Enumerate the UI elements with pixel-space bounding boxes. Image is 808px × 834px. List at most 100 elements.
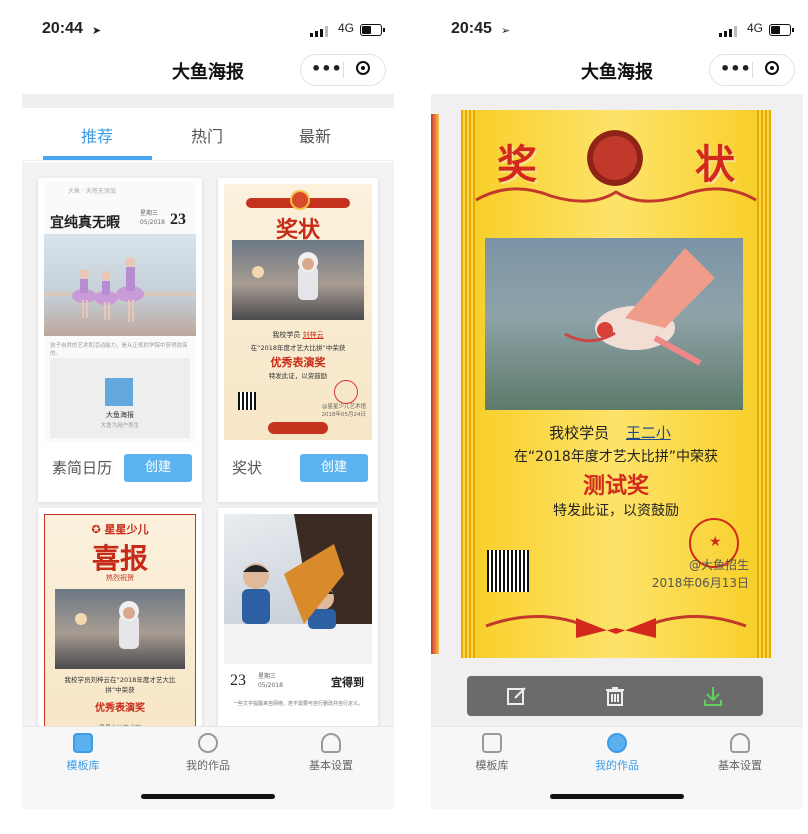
preview-brand-text: 星星少儿 [104,523,149,536]
cert-student: 王二小 [625,424,671,442]
template-grid-icon [73,733,93,753]
image-icon [198,733,218,753]
preview-date: 05/2018 [140,219,165,226]
ballet-photo [44,234,196,336]
study-note: 一些文字提醒来自网络，若不需要可自行删改并自行定义。 [232,701,363,707]
signal-icon [719,26,737,37]
tabbar-item-my-works[interactable]: 我的作品 [572,733,662,773]
template-grid-icon [482,733,502,753]
study-preview[interactable]: 23 星期三 05/2018 宜得到 一些文字提醒来自网络，若不需要可自行删改并自… [224,514,372,738]
status-time: 20:45 [451,20,492,37]
good-news-title: 喜报 [91,542,148,575]
template-card-study[interactable]: 23 星期三 05/2018 宜得到 一些文字提醒来自网络，若不需要可自行删改并自… [218,508,378,738]
template-card-calendar[interactable]: 大鱼 · 天然无添加 宜纯真无暇 星期三 05/2018 23 孩子自然的艺术和… [38,178,202,502]
certificate-preview[interactable]: 奖状 我校学员 刘梓云 在“2018年度才艺大比拼”中荣获 优秀表演奖 特发此证… [224,184,372,440]
template-card-good-news[interactable]: ✪ 星星少儿 喜报 热烈祝贺 我校学员刘梓云在“2018年度才艺大比拼”中荣获 … [38,508,202,738]
image-icon [607,733,627,753]
cert-award: 优秀表演奖 [270,356,326,369]
battery-icon [769,24,794,36]
mini-program-capsule: ••• [300,54,386,86]
nav-bar: 大鱼海报 ••• [431,52,803,88]
mini-program-capsule: ••• [709,54,795,86]
preview-brand: ✪ 星星少儿 [45,521,195,537]
home-indicator [550,794,684,799]
category-tabs: 推荐 热门 最新 [22,108,394,161]
location-arrow-icon: ➤ [92,24,102,37]
tab-popular[interactable]: 热门 [167,123,247,147]
good-news-award: 优秀表演奖 [95,703,145,714]
active-tab-indicator [43,156,152,160]
my-works-screen: 20:45 ➢ 4G 大鱼海报 ••• 奖 状 我校学员 王二小 在“2018年… [431,0,803,834]
cert-line-2: 在“2018年度才艺大比拼”中荣获 [250,344,346,352]
tabbar-label: 模板库 [475,759,509,772]
nav-bar: 大鱼海报 ••• [22,52,394,88]
status-time: 20:44 [42,20,83,37]
tab-latest[interactable]: 最新 [275,123,355,147]
cert-date: 2018年06月13日 [651,576,749,590]
good-news-text: 我校学员刘梓云在“2018年度才艺大比拼”中荣获 [64,676,176,694]
preview-weekday-text: 星期三 [140,210,159,217]
preview-description: 孩子自然的艺术和活动能力，是从正规的学院中获得提高的。 [50,343,188,357]
ornament-top [475,187,757,203]
seal-stamp-icon [334,380,358,404]
close-target-icon[interactable] [765,61,779,75]
qr-code-icon [487,550,529,592]
user-icon [730,733,750,753]
tabbar-item-templates[interactable]: 模板库 [38,733,128,773]
cert-line-1-text: 我校学员 [549,424,610,442]
user-icon [321,733,341,753]
tab-recommended[interactable]: 推荐 [57,123,137,147]
tabbar-label: 我的作品 [186,759,230,772]
close-target-icon[interactable] [356,61,370,75]
capsule-divider [343,62,344,78]
poster-toolbar [467,676,763,716]
edit-icon[interactable] [505,684,529,708]
study-date: 05/2018 [258,682,283,689]
tabbar-item-templates[interactable]: 模板库 [447,733,537,773]
cert-org: @星星少儿艺术馆 [321,404,366,410]
more-icon[interactable]: ••• [311,59,342,78]
home-indicator [141,794,275,799]
status-bar: 20:45 ➢ 4G [431,18,803,44]
template-card-certificate[interactable]: 奖状 我校学员 刘梓云 在“2018年度才艺大比拼”中荣获 优秀表演奖 特发此证… [218,178,378,502]
good-news-subtitle: 热烈祝贺 [106,574,134,582]
more-icon[interactable]: ••• [720,59,751,78]
tabbar-item-my-works[interactable]: 我的作品 [163,733,253,773]
tabbar-item-settings[interactable]: 基本设置 [695,733,785,773]
study-weekday: 星期三 05/2018 [258,672,283,690]
calendar-preview[interactable]: 大鱼 · 天然无添加 宜纯真无暇 星期三 05/2018 23 孩子自然的艺术和… [44,182,196,442]
study-photo [224,514,372,664]
emblem-icon [290,190,310,210]
tabbar-label: 模板库 [66,759,100,772]
template-grid: 大鱼 · 天然无添加 宜纯真无暇 星期三 05/2018 23 孩子自然的艺术和… [22,162,394,738]
cert-line-1: 我校学员 王二小 [461,422,771,443]
location-arrow-icon: ➢ [501,24,511,37]
ibis-photo [485,238,743,410]
network-label: 4G [337,21,354,35]
certificate-poster[interactable]: 奖 状 我校学员 王二小 在“2018年度才艺大比拼”中荣获 测试奖 特发此证，… [461,110,771,658]
signal-icon [310,26,328,37]
cert-org: @大鱼招生 [688,558,749,572]
template-library-screen: 20:44 ➤ 4G 大鱼海报 ••• 推荐 热门 最新 大鱼 · 天然无添加 … [22,0,394,834]
cert-line-1: 我校学员 刘梓云 [224,330,372,340]
cert-student: 刘梓云 [302,331,324,339]
cert-line-2: 在“2018年度才艺大比拼”中荣获 [513,449,719,465]
cert-line-3: 特发此证，以资鼓励 [268,372,328,380]
preview-top-text: 大鱼 · 天然无添加 [68,188,116,195]
preview-qr-area: 大鱼海报 大鱼为用户而生 [50,358,190,438]
study-saying: 宜得到 [331,676,364,689]
tabbar-label: 基本设置 [718,759,762,772]
banner-gap [22,94,394,108]
emblem-icon [587,130,643,186]
download-icon[interactable] [701,684,725,708]
trash-icon[interactable] [603,684,627,708]
create-button[interactable]: 创建 [124,454,192,482]
battery-icon [360,24,385,36]
preview-title: 宜纯真无暇 [50,215,120,231]
tabbar-item-settings[interactable]: 基本设置 [286,733,376,773]
prev-poster-edge[interactable] [431,114,439,654]
star-logo-icon: ✪ [91,523,101,536]
create-button[interactable]: 创建 [300,454,368,482]
good-news-preview[interactable]: ✪ 星星少儿 喜报 热烈祝贺 我校学员刘梓云在“2018年度才艺大比拼”中荣获 … [44,514,196,738]
preview-brand-sub: 大鱼为用户而生 [100,423,140,429]
